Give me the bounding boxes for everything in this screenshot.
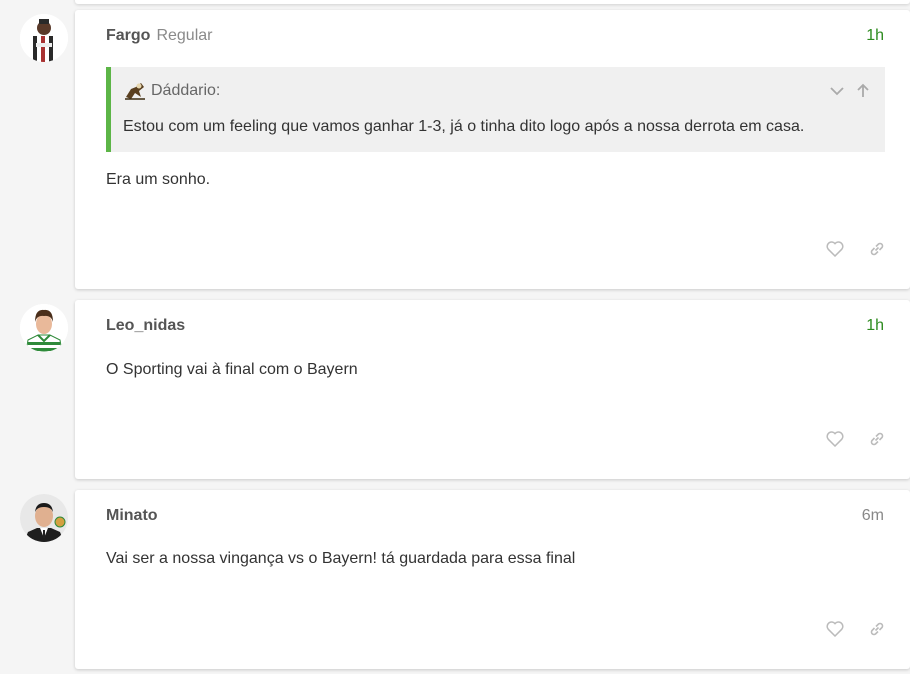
post-time[interactable]: 1h: [866, 317, 884, 335]
quote-controls: [823, 83, 871, 104]
post-header: Fargo Regular 1h: [106, 27, 884, 47]
post-actions: [806, 241, 886, 261]
heart-icon[interactable]: [826, 621, 844, 642]
post-body: Vai ser a nossa vingança vs o Bayern! tá…: [106, 550, 576, 567]
heart-icon[interactable]: [826, 241, 844, 262]
username[interactable]: Fargo: [106, 27, 150, 44]
post-time[interactable]: 1h: [866, 27, 884, 45]
username[interactable]: Minato: [106, 507, 158, 524]
quote-author[interactable]: Dáddario:: [123, 79, 220, 103]
post-time[interactable]: 6m: [862, 507, 884, 525]
post-minato: Minato 6m Vai ser a nossa vingança vs o …: [0, 490, 910, 670]
quote-author-name: Dáddario:: [151, 82, 221, 99]
chevron-down-icon[interactable]: [829, 83, 845, 99]
quote-text: Estou com um feeling que vamos ganhar 1-…: [123, 118, 805, 135]
user-avatar[interactable]: [20, 304, 68, 352]
post-header: Leo_nidas 1h: [106, 317, 884, 337]
username[interactable]: Leo_nidas: [106, 317, 185, 334]
quote-block: Dáddario: Estou com um feeling que vamos…: [106, 67, 885, 152]
user-avatar[interactable]: [20, 14, 68, 62]
quote-avatar: [123, 79, 147, 103]
post-leo-nidas: Leo_nidas 1h O Sporting vai à final com …: [0, 300, 910, 480]
previous-post-card: [75, 0, 910, 4]
link-icon[interactable]: [868, 241, 886, 262]
link-icon[interactable]: [868, 621, 886, 642]
post-fargo: Fargo Regular 1h Dáddario: Estou com um f…: [0, 10, 910, 290]
post-actions: [806, 621, 886, 641]
post-card: Fargo Regular 1h Dáddario: Estou com um f…: [75, 10, 910, 289]
heart-icon[interactable]: [826, 431, 844, 452]
post-card: Leo_nidas 1h O Sporting vai à final com …: [75, 300, 910, 479]
post-body: O Sporting vai à final com o Bayern: [106, 361, 358, 378]
arrow-up-icon[interactable]: [855, 83, 871, 99]
user-title: Regular: [156, 27, 213, 44]
post-body: Era um sonho.: [106, 171, 211, 188]
link-icon[interactable]: [868, 431, 886, 452]
post-card: Minato 6m Vai ser a nossa vingança vs o …: [75, 490, 910, 669]
post-header: Minato 6m: [106, 507, 884, 527]
user-avatar[interactable]: [20, 494, 68, 542]
post-actions: [806, 431, 886, 451]
